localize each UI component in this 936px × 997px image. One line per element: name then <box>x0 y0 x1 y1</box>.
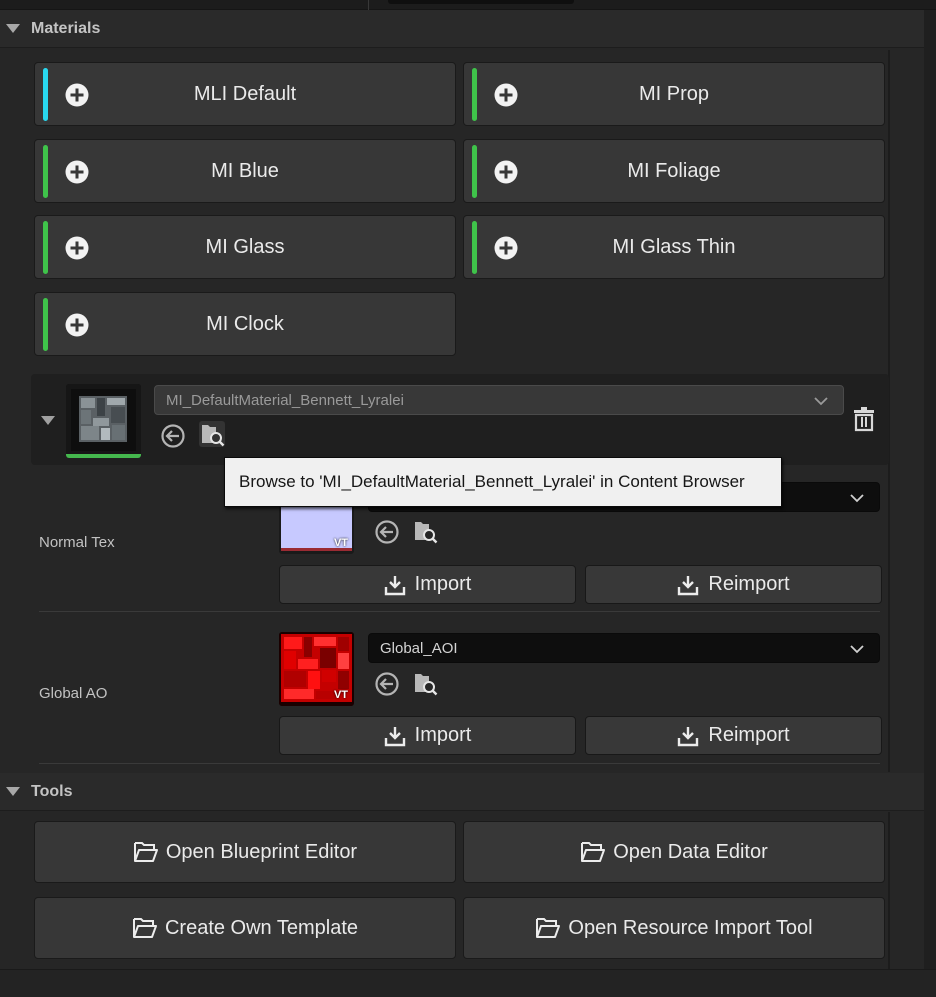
reimport-icon <box>678 575 699 595</box>
material-button-label: MI Foliage <box>627 159 721 182</box>
reimport-icon <box>678 726 699 746</box>
plus-circle-icon <box>65 236 89 260</box>
tool-button-label: Open Resource Import Tool <box>568 916 813 939</box>
reimport-label: Reimport <box>708 573 790 595</box>
tool-button-label: Create Own Template <box>164 916 359 939</box>
browse-folder-icon[interactable] <box>412 518 438 544</box>
material-button-label: MI Prop <box>638 82 710 105</box>
material-color-stripe <box>43 68 48 121</box>
materials-section-header[interactable]: Materials <box>0 10 924 48</box>
previous-section-strip <box>0 0 936 10</box>
material-asset-picker[interactable]: MI_DefaultMaterial_Bennett_Lyralei <box>154 385 844 415</box>
browse-folder-icon[interactable] <box>199 421 225 447</box>
tools-section-title: Tools <box>31 782 73 800</box>
property-divider <box>39 763 880 764</box>
global-ao-label: Global AO <box>39 685 108 702</box>
material-button-mi-glass[interactable]: MI Glass <box>34 215 456 279</box>
use-selected-arrow-icon[interactable] <box>374 671 400 697</box>
material-asset-value: MI_DefaultMaterial_Bennett_Lyralei <box>166 391 404 409</box>
normal-tex-reimport-button[interactable]: Reimport <box>585 565 882 604</box>
plus-circle-icon <box>494 160 518 184</box>
material-button-mi-clock[interactable]: MI Clock <box>34 292 456 356</box>
collapse-triangle-icon <box>6 787 20 796</box>
folder-open-icon <box>581 842 606 862</box>
import-icon <box>384 575 405 595</box>
global-ao-reimport-button[interactable]: Reimport <box>585 716 882 755</box>
create-own-template-button[interactable]: Create Own Template <box>34 897 456 959</box>
browse-tooltip: Browse to 'MI_DefaultMaterial_Bennett_Ly… <box>224 457 782 507</box>
material-color-stripe <box>472 68 477 121</box>
trash-icon[interactable] <box>852 406 876 432</box>
chevron-down-icon <box>814 397 828 406</box>
browse-folder-icon[interactable] <box>412 670 438 696</box>
global-ao-asset-picker[interactable]: Global_AOI <box>368 633 880 663</box>
use-selected-arrow-icon[interactable] <box>374 519 400 545</box>
plus-circle-icon <box>494 83 518 107</box>
tool-button-label: Open Blueprint Editor <box>165 840 358 863</box>
material-button-mi-blue[interactable]: MI Blue <box>34 139 456 203</box>
plus-circle-icon <box>65 83 89 107</box>
plus-circle-icon <box>494 236 518 260</box>
material-color-stripe <box>472 145 477 198</box>
tools-section-header[interactable]: Tools <box>0 773 924 811</box>
import-label: Import <box>414 724 472 746</box>
material-color-stripe <box>472 221 477 274</box>
bottom-panel-edge <box>0 969 936 997</box>
global-ao-import-button[interactable]: Import <box>279 716 576 755</box>
chevron-down-icon <box>850 494 864 503</box>
use-selected-arrow-icon[interactable] <box>160 423 186 449</box>
expand-triangle-icon[interactable] <box>41 416 55 425</box>
material-button-label: MLI Default <box>193 82 297 105</box>
materials-section-title: Materials <box>31 19 101 37</box>
plus-circle-icon <box>65 160 89 184</box>
plus-circle-icon <box>65 313 89 337</box>
import-icon <box>384 726 405 746</box>
material-button-label: MI Glass <box>205 235 285 258</box>
material-button-mli-default[interactable]: MLI Default <box>34 62 456 126</box>
material-button-label: MI Blue <box>211 159 279 182</box>
vt-badge: VT <box>333 537 348 549</box>
reimport-label: Reimport <box>708 724 790 746</box>
material-color-stripe <box>43 298 48 351</box>
open-data-editor-button[interactable]: Open Data Editor <box>463 821 885 883</box>
material-button-mi-foliage[interactable]: MI Foliage <box>463 139 885 203</box>
vt-badge: VT <box>333 689 348 701</box>
tool-button-label: Open Data Editor <box>613 840 768 863</box>
open-blueprint-editor-button[interactable]: Open Blueprint Editor <box>34 821 456 883</box>
global-ao-asset-value: Global_AOI <box>380 639 458 657</box>
collapse-triangle-icon <box>6 24 20 33</box>
folder-open-icon <box>133 842 158 862</box>
previous-field-edge <box>388 0 574 4</box>
material-button-mi-prop[interactable]: MI Prop <box>463 62 885 126</box>
import-label: Import <box>414 573 472 595</box>
normal-tex-label: Normal Tex <box>39 534 115 551</box>
material-button-label: MI Clock <box>206 312 284 335</box>
material-color-stripe <box>43 145 48 198</box>
open-resource-import-tool-button[interactable]: Open Resource Import Tool <box>463 897 885 959</box>
column-divider <box>368 0 369 10</box>
chevron-down-icon <box>850 645 864 654</box>
global-ao-thumbnail[interactable]: VT <box>279 632 354 706</box>
folder-open-icon <box>132 918 157 938</box>
material-button-label: MI Glass Thin <box>612 235 736 258</box>
tools-scrollbar-track[interactable] <box>888 812 890 969</box>
details-scrollbar-track[interactable] <box>924 10 936 997</box>
material-button-mi-glass-thin[interactable]: MI Glass Thin <box>463 215 885 279</box>
material-color-stripe <box>43 221 48 274</box>
material-thumbnail[interactable] <box>66 384 141 458</box>
normal-tex-import-button[interactable]: Import <box>279 565 576 604</box>
folder-open-icon <box>536 918 561 938</box>
property-divider <box>39 611 880 612</box>
material-thumbnail-image <box>66 384 141 458</box>
